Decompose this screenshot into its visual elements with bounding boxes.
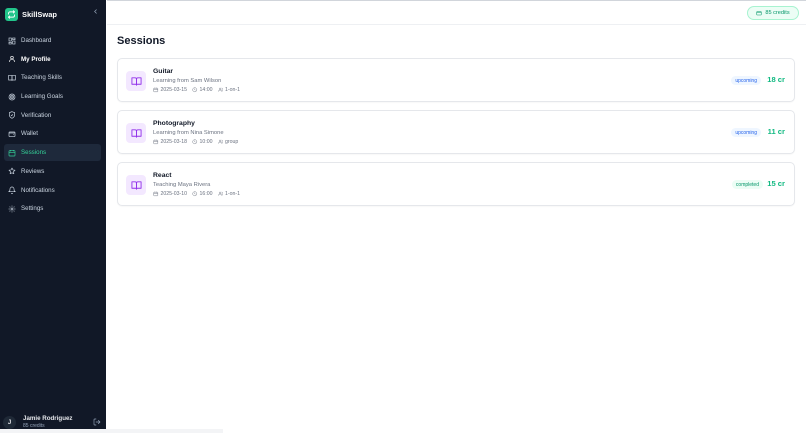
chevron-left-icon	[93, 9, 97, 14]
book-open-icon	[130, 76, 142, 86]
gear-icon	[8, 205, 16, 213]
sidebar-nav: Dashboard My Profile Teaching Skills Lea…	[4, 32, 101, 219]
app-name: SkillSwap	[22, 9, 58, 19]
sidebar-item-label: Verification	[21, 111, 52, 119]
book-open-icon	[130, 180, 142, 190]
credits-badge-label: 85 credits	[765, 10, 790, 16]
session-meta: 2025-03-15 14:00 1-on-1	[153, 87, 240, 93]
calendar-icon	[153, 87, 159, 93]
wallet-icon	[8, 131, 16, 137]
sidebar: SkillSwap Dashboard My Profile Teaching …	[0, 0, 106, 433]
users-icon	[217, 88, 223, 92]
session-format: group	[225, 139, 239, 145]
sidebar-item-wallet[interactable]: Wallet	[4, 125, 101, 142]
session-date: 2025-03-10	[160, 191, 188, 197]
sidebar-item-label: Sessions	[21, 149, 47, 157]
bell-icon	[8, 186, 16, 194]
user-name: Jamie Rodriguez	[23, 415, 73, 422]
session-credits: 18 cr	[767, 75, 785, 84]
session-card[interactable]: Guitar Learning from Sam Wilson 2025-03-…	[117, 58, 795, 102]
session-card[interactable]: Photography Learning from Nina Simone 20…	[117, 110, 795, 154]
sidebar-item-settings[interactable]: Settings	[4, 200, 101, 217]
swap-logo-icon	[5, 7, 18, 21]
session-date: 2025-03-15	[160, 87, 188, 93]
users-icon	[217, 140, 223, 144]
status-badge: completed	[731, 180, 763, 189]
session-card[interactable]: React Teaching Maya Rivera 2025-03-10 16…	[117, 162, 795, 206]
sidebar-item-notifications[interactable]: Notifications	[4, 182, 101, 199]
clock-icon	[192, 191, 198, 197]
session-subtitle: Learning from Sam Wilson	[153, 78, 222, 84]
book-icon	[8, 74, 16, 81]
logout-icon[interactable]	[93, 418, 101, 426]
session-title: Photography	[153, 120, 195, 127]
sidebar-item-label: Teaching Skills	[21, 74, 62, 82]
star-icon	[8, 167, 16, 175]
credits-badge[interactable]: 85 credits	[747, 6, 799, 20]
session-icon	[126, 123, 146, 143]
session-meta: 2025-03-10 16:00 1-on-1	[153, 191, 240, 197]
top-bar: 85 credits	[107, 0, 806, 25]
session-time: 16:00	[199, 191, 213, 197]
sidebar-item-verification[interactable]: Verification	[4, 107, 101, 124]
sidebar-item-sessions[interactable]: Sessions	[4, 144, 101, 162]
session-title: Guitar	[153, 68, 174, 75]
session-credits: 11 cr	[767, 127, 785, 136]
session-icon	[126, 71, 146, 91]
sidebar-item-dashboard[interactable]: Dashboard	[4, 32, 101, 49]
sidebar-item-my-profile[interactable]: My Profile	[4, 51, 101, 68]
clock-icon	[192, 139, 198, 145]
session-subtitle: Learning from Nina Simone	[153, 130, 224, 136]
sidebar-item-label: Dashboard	[21, 37, 52, 44]
session-time: 14:00	[199, 87, 213, 93]
sidebar-item-label: Settings	[21, 205, 44, 213]
dashboard-icon	[8, 37, 16, 44]
sidebar-item-teaching-skills[interactable]: Teaching Skills	[4, 69, 101, 86]
session-format: 1-on-1	[225, 191, 241, 197]
session-time: 10:00	[199, 139, 213, 145]
session-date: 2025-03-18	[160, 139, 188, 145]
users-icon	[217, 192, 223, 196]
avatar[interactable]: J	[3, 416, 16, 429]
book-open-icon	[130, 128, 142, 138]
session-format: 1-on-1	[225, 87, 241, 93]
status-badge: upcoming	[731, 128, 761, 137]
calendar-icon	[153, 139, 159, 145]
session-meta: 2025-03-18 10:00 group	[153, 139, 238, 145]
sidebar-item-label: Wallet	[21, 130, 38, 138]
wallet-icon	[756, 11, 762, 16]
calendar-icon	[8, 149, 16, 156]
status-badge: upcoming	[731, 76, 761, 85]
calendar-icon	[153, 191, 159, 197]
collapse-sidebar-button[interactable]	[91, 8, 99, 18]
status-bar	[0, 429, 223, 433]
session-credits: 15 cr	[767, 179, 785, 188]
session-icon	[126, 175, 146, 195]
session-subtitle: Teaching Maya Rivera	[153, 182, 211, 188]
session-title: React	[153, 172, 172, 179]
sidebar-item-label: Reviews	[21, 167, 45, 175]
target-icon	[8, 93, 16, 100]
sidebar-item-label: My Profile	[21, 55, 51, 63]
clock-icon	[192, 87, 198, 93]
user-icon	[9, 56, 15, 63]
page-title: Sessions	[117, 35, 166, 47]
sidebar-item-label: Notifications	[21, 186, 55, 194]
brand[interactable]: SkillSwap	[5, 7, 57, 21]
sidebar-item-learning-goals[interactable]: Learning Goals	[4, 88, 101, 105]
sidebar-item-reviews[interactable]: Reviews	[4, 163, 101, 180]
shield-icon	[9, 111, 15, 119]
sidebar-item-label: Learning Goals	[21, 93, 63, 101]
